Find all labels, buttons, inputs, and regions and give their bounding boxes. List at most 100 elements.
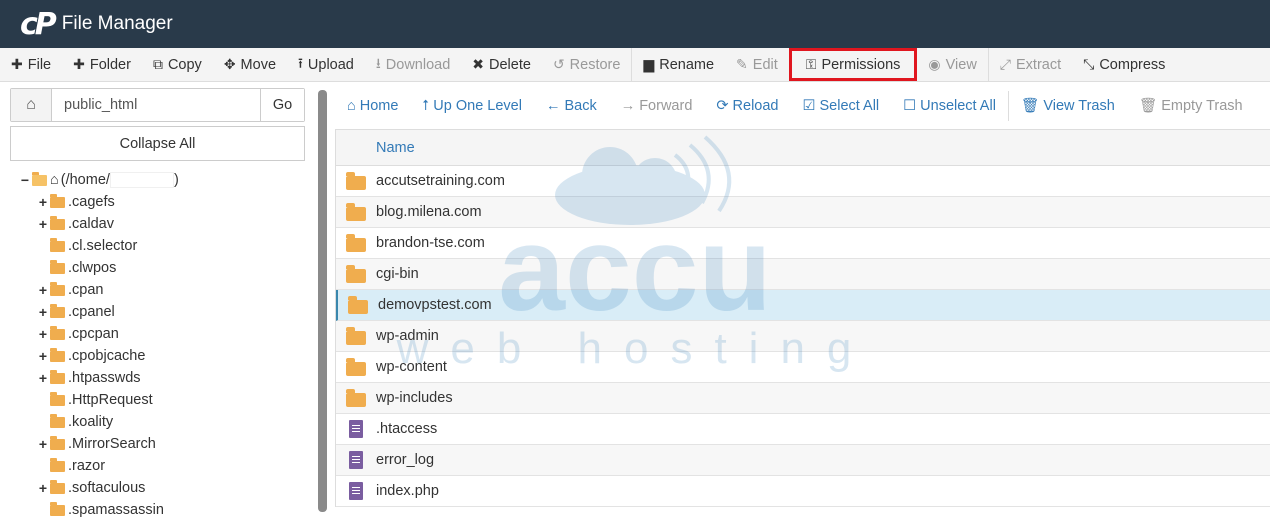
rename-icon: ▆	[643, 56, 655, 72]
expand-icon[interactable]: +	[36, 370, 50, 386]
nav-forward-button[interactable]: → Forward	[609, 98, 705, 114]
tree-root[interactable]: − ⌂ (/home/ )	[18, 169, 179, 191]
go-button[interactable]: Go	[260, 89, 304, 121]
tree-item-label[interactable]: .clwpos	[68, 260, 116, 276]
name-column-header[interactable]: Name	[336, 130, 1270, 166]
expand-icon[interactable]: +	[36, 216, 50, 232]
table-row[interactable]: brandon-tse.com	[336, 228, 1270, 259]
file-name[interactable]: cgi-bin	[376, 266, 419, 282]
tree-item[interactable]: .spamassassin	[18, 499, 179, 521]
nav-home-button[interactable]: ⌂ Home	[335, 98, 410, 114]
tree-item-label[interactable]: .cpobjcache	[68, 348, 145, 364]
tree-item[interactable]: + .cpcpan	[18, 323, 179, 345]
tree-item-label[interactable]: .htpasswds	[68, 370, 141, 386]
expand-icon[interactable]: +	[36, 480, 50, 496]
tree-item-label[interactable]: .razor	[68, 458, 105, 474]
table-row[interactable]: .htaccess	[336, 414, 1270, 445]
folder-icon	[336, 388, 376, 407]
tree-item[interactable]: + .htpasswds	[18, 367, 179, 389]
table-row[interactable]: wp-includes	[336, 383, 1270, 414]
toolbar-file-button[interactable]: ✚ File	[0, 48, 62, 81]
nav-select-all-button[interactable]: ☑ Select All	[791, 98, 892, 114]
toolbar-download-button[interactable]: ⭳ Download	[365, 48, 461, 81]
tree-item-label[interactable]: .caldav	[68, 216, 114, 232]
nav-up-one-level-button[interactable]: ⭡ Up One Level	[410, 98, 534, 114]
tree-item[interactable]: .razor	[18, 455, 179, 477]
toolbar-compress-button[interactable]: ⤡ Compress	[1072, 48, 1176, 81]
expand-icon[interactable]: +	[36, 304, 50, 320]
tree-item-label[interactable]: .spamassassin	[68, 502, 164, 518]
tree-item[interactable]: + .MirrorSearch	[18, 433, 179, 455]
reload-icon: ⟳	[716, 97, 729, 114]
tree-item-label[interactable]: .MirrorSearch	[68, 436, 156, 452]
file-name[interactable]: wp-admin	[376, 328, 439, 344]
tree-item[interactable]: .koality	[18, 411, 179, 433]
tree-item[interactable]: .HttpRequest	[18, 389, 179, 411]
nav-empty-trash-button[interactable]: 🗑 Empty Trash	[1127, 97, 1255, 115]
collapse-all-button[interactable]: Collapse All	[10, 126, 305, 161]
toolbar-view-button[interactable]: ◉ View	[917, 48, 987, 81]
toolbar-rename-button[interactable]: ▆ Rename	[632, 48, 725, 81]
tree-item-label[interactable]: .softaculous	[68, 480, 145, 496]
file-name[interactable]: brandon-tse.com	[376, 235, 485, 251]
path-input[interactable]	[52, 89, 260, 121]
toolbar-extract-button[interactable]: ⤢ Extract	[989, 48, 1072, 81]
tree-item[interactable]: + .caldav	[18, 213, 179, 235]
toolbar-delete-button[interactable]: ✖ Delete	[461, 48, 542, 81]
tree-item[interactable]: .cl.selector	[18, 235, 179, 257]
tree-item-label[interactable]: .cagefs	[68, 194, 115, 210]
file-name[interactable]: demovpstest.com	[378, 297, 492, 313]
file-name[interactable]: wp-content	[376, 359, 447, 375]
redacted-username	[109, 172, 174, 188]
cpanel-logo[interactable]: cP	[20, 7, 57, 42]
table-row[interactable]: wp-admin	[336, 321, 1270, 352]
toolbar-label: Rename	[659, 56, 715, 73]
toolbar-folder-button[interactable]: ✚ Folder	[62, 48, 142, 81]
tree-item-label[interactable]: .cl.selector	[68, 238, 137, 254]
nav-back-button[interactable]: ← Back	[534, 98, 609, 114]
tree-item[interactable]: + .cagefs	[18, 191, 179, 213]
toolbar-upload-button[interactable]: ⭱ Upload	[287, 48, 365, 81]
name-column-label[interactable]: Name	[376, 140, 415, 156]
toolbar-permissions-button[interactable]: ⚿ Permissions	[788, 48, 918, 81]
file-name[interactable]: index.php	[376, 483, 439, 499]
expand-icon[interactable]: +	[36, 436, 50, 452]
file-name[interactable]: .htaccess	[376, 421, 437, 437]
home-icon[interactable]: ⌂	[11, 89, 52, 121]
file-name[interactable]: wp-includes	[376, 390, 453, 406]
tree-item[interactable]: + .cpan	[18, 279, 179, 301]
expand-icon[interactable]: +	[36, 326, 50, 342]
tree-item-label[interactable]: .cpan	[68, 282, 103, 298]
toolbar-move-button[interactable]: ✥ Move	[213, 48, 287, 81]
toolbar-edit-button[interactable]: ✎ Edit	[725, 48, 789, 81]
collapse-icon[interactable]: −	[18, 172, 32, 188]
tree-item-label[interactable]: .koality	[68, 414, 113, 430]
expand-icon[interactable]: +	[36, 348, 50, 364]
expand-icon[interactable]: +	[36, 282, 50, 298]
table-row[interactable]: error_log	[336, 445, 1270, 476]
tree-item-label[interactable]: .cpanel	[68, 304, 115, 320]
table-row[interactable]: demovpstest.com	[336, 290, 1270, 321]
tree-item-label[interactable]: .HttpRequest	[68, 392, 153, 408]
tree-item[interactable]: + .cpobjcache	[18, 345, 179, 367]
table-row[interactable]: accutsetraining.com	[336, 166, 1270, 197]
table-row[interactable]: cgi-bin	[336, 259, 1270, 290]
tree-item[interactable]: + .cpanel	[18, 301, 179, 323]
file-name[interactable]: blog.milena.com	[376, 204, 482, 220]
nav-unselect-all-button[interactable]: ☐ Unselect All	[891, 98, 1008, 114]
tree-item[interactable]: + .softaculous	[18, 477, 179, 499]
tree-item[interactable]: .clwpos	[18, 257, 179, 279]
table-row[interactable]: wp-content	[336, 352, 1270, 383]
expand-icon[interactable]: +	[36, 194, 50, 210]
file-name[interactable]: error_log	[376, 452, 434, 468]
square-icon: ☐	[903, 97, 917, 114]
toolbar-restore-button[interactable]: ↺ Restore	[542, 48, 632, 81]
file-name[interactable]: accutsetraining.com	[376, 173, 505, 189]
table-row[interactable]: index.php	[336, 476, 1270, 507]
tree-item-label[interactable]: .cpcpan	[68, 326, 119, 342]
toolbar-copy-button[interactable]: ⧉ Copy	[142, 48, 213, 81]
nav-reload-button[interactable]: ⟳ Reload	[704, 98, 790, 114]
tree-scrollbar[interactable]	[318, 90, 327, 512]
nav-view-trash-button[interactable]: 🗑 View Trash	[1009, 97, 1127, 115]
table-row[interactable]: blog.milena.com	[336, 197, 1270, 228]
